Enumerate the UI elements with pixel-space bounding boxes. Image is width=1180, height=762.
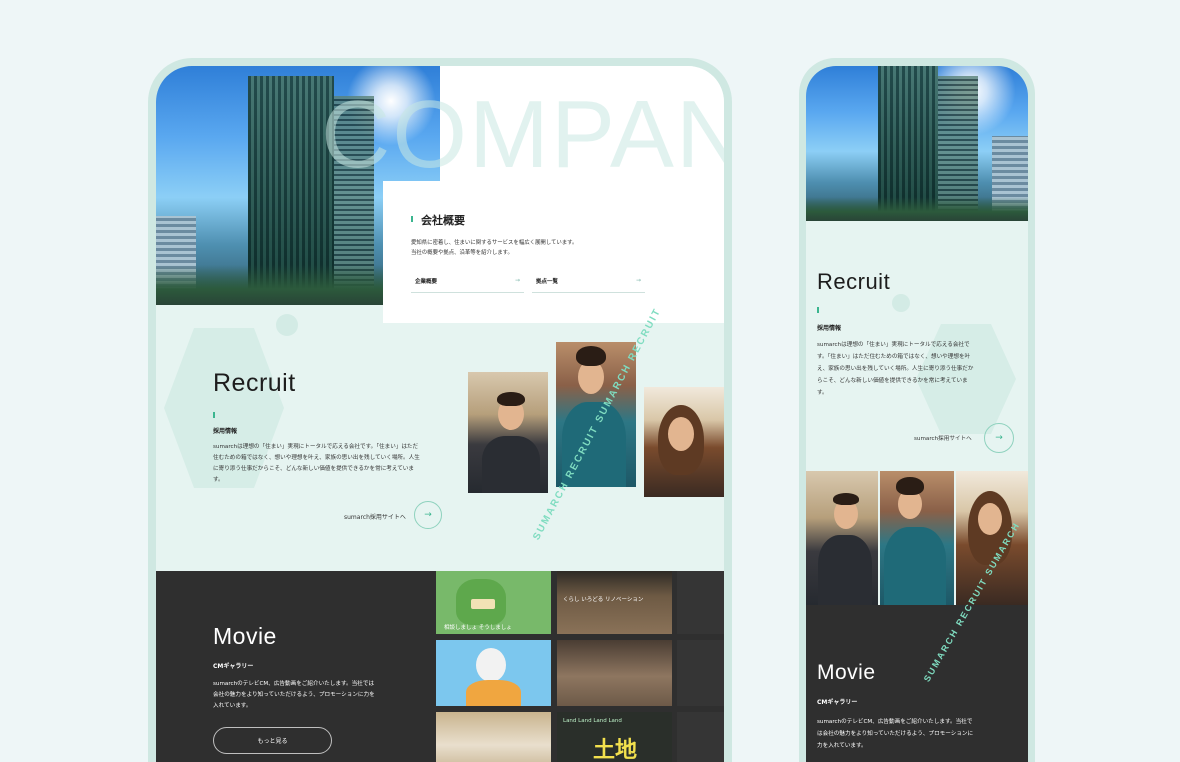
recruit-subtitle: 採用情報 xyxy=(817,325,842,332)
recruit-body-line3: え、家族の思い出を残していく場所。人生に寄り添う仕事だか xyxy=(817,366,974,372)
recruit-site-link[interactable]: sumarch採用サイトへ xyxy=(914,434,972,442)
cm-thumb-kitchen[interactable]: くらし いろどる リノベーション xyxy=(557,571,672,634)
cm-thumb-room[interactable] xyxy=(557,640,672,706)
recruit-subtitle: 採用情報 xyxy=(213,428,238,435)
thumb-caption: くらし いろどる リノベーション xyxy=(563,597,644,603)
card-text-line2: 当社の概要や拠点、沿革等を紹介します。 xyxy=(411,250,513,256)
recruit-photo-woman-phone xyxy=(644,387,724,497)
recruit-arrow-button[interactable]: → xyxy=(414,501,442,529)
recruit-site-link[interactable]: sumarch採用サイトへ xyxy=(344,512,406,521)
movie-body-line1: sumarchのテレビCM、広告動画をご紹介いたします。当社では xyxy=(213,681,374,687)
accent-mark xyxy=(213,412,215,418)
recruit-body-line4: す。 xyxy=(213,477,224,483)
arrow-right-icon: → xyxy=(424,510,432,520)
desktop-screen: COMPANY 会社概要 愛知県に密着し、住まいに関するサービスを幅広く展開して… xyxy=(156,66,724,762)
movie-title: Movie xyxy=(817,661,876,684)
thumb-caption: 土地 xyxy=(593,738,638,762)
accent-mark xyxy=(817,307,819,313)
thumb-caption: Land Land Land Land xyxy=(563,718,622,724)
movie-section: Movie CMギャラリー sumarchのテレビCM、広告動画をご紹介いたしま… xyxy=(806,605,1028,762)
more-button[interactable]: もっと見る xyxy=(213,727,332,754)
recruit-body-line2: す。「住まい」はただ住むための箱ではなく、想いや理想を叶 xyxy=(817,354,971,360)
recruit-body-line5: す。 xyxy=(817,390,828,396)
company-overview-link[interactable]: 企業概要 → xyxy=(411,271,524,293)
company-overview-card: 会社概要 愛知県に密着し、住まいに関するサービスを幅広く展開しています。 当社の… xyxy=(383,181,724,323)
recruit-photo-man-smiling xyxy=(468,372,548,493)
recruit-arrow-button[interactable]: → xyxy=(984,423,1014,453)
mobile-device-frame: Recruit 採用情報 sumarchは理想の「住まい」実現にトータルで応える… xyxy=(799,58,1035,762)
mobile-screen: Recruit 採用情報 sumarchは理想の「住まい」実現にトータルで応える… xyxy=(806,66,1028,762)
cm-thumb-mascot[interactable]: 相談しましょ そうしましょ xyxy=(436,571,551,634)
cm-thumb-extra3[interactable] xyxy=(677,712,724,762)
recruit-body-line2: 住むための箱ではなく、想いや理想を叶え、家族の思い出を残していく場所。人生 xyxy=(213,455,420,461)
cm-thumb-extra2[interactable] xyxy=(677,640,724,706)
movie-subtitle: CMギャラリー xyxy=(213,663,254,670)
recruit-photo-man-smiling xyxy=(806,471,878,605)
cm-thumb-home[interactable] xyxy=(436,712,551,762)
link-label: 企業概要 xyxy=(415,279,438,285)
circle-decoration xyxy=(892,294,910,312)
movie-body-line3: 力を入れています。 xyxy=(817,743,867,749)
movie-section: Movie CMギャラリー sumarchのテレビCM、広告動画をご紹介いたしま… xyxy=(156,571,724,762)
card-title: 会社概要 xyxy=(421,214,465,227)
movie-body-line1: sumarchのテレビCM、広告動画をご紹介いたします。当社で xyxy=(817,719,973,725)
arrow-right-icon: → xyxy=(995,433,1003,443)
thumb-caption: 相談しましょ そうしましょ xyxy=(444,625,512,631)
arrow-right-icon: → xyxy=(514,277,520,284)
recruit-title: Recruit xyxy=(817,269,891,294)
recruit-photo-man-phone xyxy=(880,471,954,605)
recruit-body-line3: に寄り添う仕事だからこそ、どんな新しい価値を提供できるかを常に考えていま xyxy=(213,466,414,472)
locations-link[interactable]: 拠点一覧 → xyxy=(532,271,645,293)
circle-decoration xyxy=(276,314,298,336)
cm-thumb-illustration[interactable] xyxy=(436,640,551,706)
movie-body-line2: は会社の魅力をより知っていただけるよう、プロモーションに xyxy=(817,731,974,737)
company-building-photo xyxy=(806,66,1028,221)
card-text-line1: 愛知県に密着し、住まいに関するサービスを幅広く展開しています。 xyxy=(411,240,578,246)
accent-mark xyxy=(411,216,413,222)
recruit-photo-woman-phone xyxy=(956,471,1028,605)
recruit-title: Recruit xyxy=(213,369,296,397)
movie-body-line3: 入れています。 xyxy=(213,703,252,709)
recruit-body-line4: らこそ、どんな新しい価値を提供できるかを常に考えていま xyxy=(817,378,968,384)
movie-body-line2: 会社の魅力をより知っていただけるよう、プロモーションに力を xyxy=(213,692,375,698)
desktop-device-frame: COMPANY 会社概要 愛知県に密着し、住まいに関するサービスを幅広く展開して… xyxy=(148,58,732,762)
recruit-body-line1: sumarchは理想の「住まい」実現にトータルで応える会社で xyxy=(817,342,970,348)
movie-subtitle: CMギャラリー xyxy=(817,699,858,706)
cm-thumb-land-sign[interactable]: Land Land Land Land 土地 xyxy=(557,712,672,762)
movie-title: Movie xyxy=(213,623,277,649)
cm-thumb-extra1[interactable] xyxy=(677,571,724,634)
arrow-right-icon: → xyxy=(635,277,641,284)
company-heading-word: COMPANY xyxy=(321,81,724,188)
link-label: 拠点一覧 xyxy=(536,279,559,285)
recruit-body-line1: sumarchは理想の「住まい」実現にトータルで応える会社です。「住まい」はただ xyxy=(213,444,419,450)
